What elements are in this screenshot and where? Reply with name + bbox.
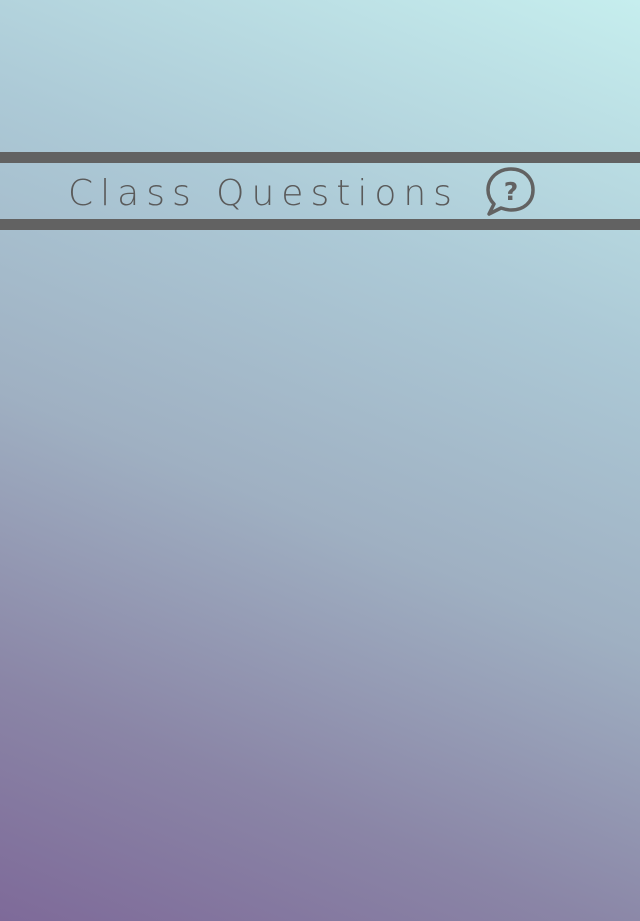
app-screen: { "header": { "title": "Class Questions"… (0, 0, 640, 921)
header-bottom-bar (0, 219, 640, 230)
header-top-bar (0, 152, 640, 163)
question-bubble-icon[interactable]: ? (484, 166, 538, 218)
page-title: Class Questions (68, 173, 459, 214)
question-mark-glyph: ? (504, 177, 519, 206)
